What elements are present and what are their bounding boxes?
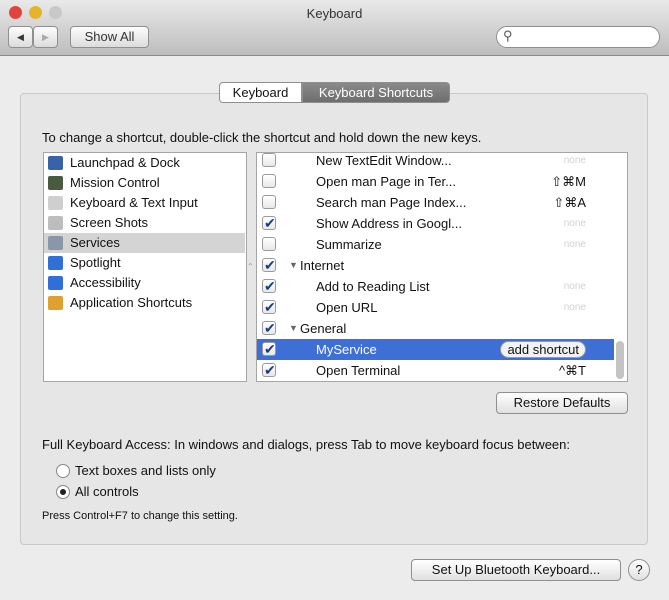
- gear-icon: [48, 236, 63, 250]
- shortcut-row[interactable]: Summarize none: [257, 234, 614, 255]
- tab-keyboard[interactable]: Keyboard: [219, 82, 302, 103]
- category-item[interactable]: Services: [44, 233, 245, 253]
- category-label: Mission Control: [70, 175, 160, 190]
- shortcut-row[interactable]: Add to Reading List none: [257, 276, 614, 297]
- disclosure-triangle-icon[interactable]: ▼: [289, 318, 298, 339]
- checkbox[interactable]: [262, 318, 276, 339]
- instructions: To change a shortcut, double-click the s…: [42, 130, 482, 145]
- checkbox[interactable]: [262, 213, 276, 234]
- category-label: Accessibility: [70, 275, 141, 290]
- shortcut-label: New TextEdit Window...: [316, 153, 452, 168]
- shortcut-row[interactable]: ▼Internet: [257, 255, 614, 276]
- spotlight-icon: [48, 256, 63, 270]
- checkbox[interactable]: [262, 297, 276, 318]
- group-label: Internet: [300, 258, 345, 273]
- shortcut-label: MyService: [316, 342, 377, 357]
- checkbox[interactable]: [262, 360, 276, 381]
- add-shortcut-button[interactable]: add shortcut: [500, 341, 586, 358]
- shortcut-label: Show Address in Googl...: [316, 216, 462, 231]
- shortcut-row[interactable]: Open Terminal ^⌘T: [257, 360, 614, 381]
- checkbox[interactable]: [262, 339, 276, 360]
- disclosure-triangle-icon[interactable]: ▼: [289, 255, 298, 276]
- shortcut-label: Summarize: [316, 237, 382, 252]
- shortcut-row[interactable]: Show Address in Googl... none: [257, 213, 614, 234]
- group-label: General: [300, 321, 347, 336]
- category-item[interactable]: Mission Control: [44, 173, 245, 193]
- checkbox[interactable]: [262, 174, 276, 188]
- camera-icon: [48, 216, 63, 230]
- shortcut-value: none: [563, 302, 586, 313]
- shortcut-row[interactable]: Open URL none: [257, 297, 614, 318]
- shortcut-value: none: [563, 239, 586, 250]
- radio-button[interactable]: [56, 464, 70, 478]
- shortcut-label: Search man Page Index...: [316, 195, 467, 210]
- scrollbar[interactable]: [616, 341, 624, 379]
- accessibility-icon: [48, 276, 63, 290]
- shortcut-label: Open man Page in Ter...: [316, 174, 456, 189]
- checkbox[interactable]: [262, 255, 276, 276]
- search-input[interactable]: ⚲: [496, 26, 660, 48]
- bluetooth-keyboard-button[interactable]: Set Up Bluetooth Keyboard...: [411, 559, 621, 581]
- checkbox[interactable]: [262, 195, 276, 209]
- fka-hint: Press Control+F7 to change this setting.: [42, 510, 238, 522]
- shortcut-label: Add to Reading List: [316, 279, 430, 294]
- category-item[interactable]: Keyboard & Text Input: [44, 193, 245, 213]
- category-item[interactable]: Launchpad & Dock: [44, 153, 245, 173]
- resize-indicator: ⌃: [247, 262, 254, 271]
- shortcut-value: none: [563, 218, 586, 229]
- back-button[interactable]: ◀: [8, 26, 33, 48]
- shortcut-list[interactable]: New TextEdit Window... none Open man Page …: [256, 152, 628, 382]
- checkbox[interactable]: [262, 153, 276, 167]
- shortcut-value[interactable]: ⇧⌘M: [551, 171, 586, 192]
- shortcut-value[interactable]: ^⌘T: [559, 360, 586, 381]
- shortcut-value[interactable]: ⇧⌘A: [553, 192, 586, 213]
- radio-label: All controls: [75, 484, 139, 499]
- app-shortcuts-icon: [48, 296, 63, 310]
- help-button[interactable]: ?: [628, 559, 650, 581]
- category-item[interactable]: Application Shortcuts: [44, 293, 245, 313]
- shortcut-row[interactable]: MyService add shortcut: [257, 339, 614, 360]
- full-keyboard-access-label: Full Keyboard Access: In windows and dia…: [42, 437, 570, 452]
- category-item[interactable]: Screen Shots: [44, 213, 245, 233]
- shortcut-row[interactable]: Open man Page in Ter... ⇧⌘M: [257, 171, 614, 192]
- category-label: Spotlight: [70, 255, 121, 270]
- category-label: Application Shortcuts: [70, 295, 193, 310]
- shortcut-row[interactable]: New TextEdit Window... none: [257, 153, 614, 171]
- checkbox[interactable]: [262, 276, 276, 297]
- keyboard-icon: [48, 196, 63, 210]
- search-icon: ⚲: [503, 28, 513, 43]
- show-all-button[interactable]: Show All: [70, 26, 149, 48]
- shortcut-row[interactable]: Search man Page Index... ⇧⌘A: [257, 192, 614, 213]
- checkbox[interactable]: [262, 237, 276, 251]
- tab-keyboard-shortcuts[interactable]: Keyboard Shortcuts: [302, 82, 450, 103]
- category-list[interactable]: Launchpad & Dock Mission Control Keyboard …: [43, 152, 247, 382]
- category-label: Launchpad & Dock: [70, 155, 180, 170]
- category-label: Services: [70, 235, 120, 250]
- category-item[interactable]: Accessibility: [44, 273, 245, 293]
- window-title: Keyboard: [306, 6, 363, 21]
- radio-label: Text boxes and lists only: [75, 463, 216, 478]
- launchpad-icon: [48, 156, 63, 170]
- forward-button[interactable]: ▶: [33, 26, 58, 48]
- category-item[interactable]: Spotlight: [44, 253, 245, 273]
- mission-control-icon: [48, 176, 63, 190]
- shortcut-value: none: [563, 155, 586, 166]
- category-label: Keyboard & Text Input: [70, 195, 198, 210]
- shortcut-value: none: [563, 281, 586, 292]
- shortcut-label: Open Terminal: [316, 363, 401, 378]
- title-bar: Keyboard ◀ ▶ Show All ⚲: [0, 0, 669, 56]
- category-label: Screen Shots: [70, 215, 149, 230]
- restore-defaults-button[interactable]: Restore Defaults: [496, 392, 628, 414]
- radio-button[interactable]: [56, 485, 70, 499]
- shortcut-label: Open URL: [316, 300, 378, 315]
- shortcut-row[interactable]: ▼General: [257, 318, 614, 339]
